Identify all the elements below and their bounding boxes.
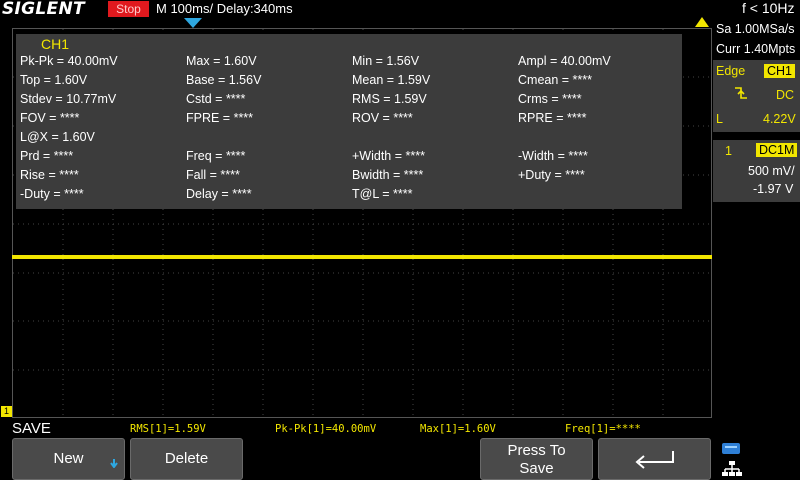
new-button-label: New xyxy=(53,450,84,467)
measurement-item: Prd = **** xyxy=(20,149,74,163)
press-to-save-button[interactable]: Press To Save xyxy=(480,438,593,480)
network-icon xyxy=(722,461,742,476)
measurement-item: Fall = **** xyxy=(186,168,240,182)
measurement-item: L@X = 1.60V xyxy=(20,130,95,144)
measurement-item: +Duty = **** xyxy=(518,168,585,182)
trigger-type: Edge xyxy=(716,64,746,78)
measurement-item: RMS = 1.59V xyxy=(352,92,427,106)
channel-coupling: DC1M xyxy=(756,143,798,157)
trigger-coupling: DC xyxy=(776,88,795,102)
measurement-readout: Pk-Pk[1]=40.00mV xyxy=(275,423,377,435)
measurement-readout: RMS[1]=1.59V xyxy=(130,423,206,435)
measurement-item: Rise = **** xyxy=(20,168,79,182)
measurement-item: Mean = 1.59V xyxy=(352,73,431,87)
measurement-readout: Freq[1]=**** xyxy=(565,423,641,435)
measurement-item: +Width = **** xyxy=(352,149,425,163)
trigger-level-marker-icon[interactable] xyxy=(695,17,709,27)
delete-button[interactable]: Delete xyxy=(130,438,243,480)
measurement-item: Cmean = **** xyxy=(518,73,592,87)
timebase-value: M 100ms/ xyxy=(156,1,214,16)
measurement-panel-title: CH1 xyxy=(41,36,70,52)
right-info-panel: Sa 1.00MSa/s Curr 1.40Mpts Edge CH1 DC L… xyxy=(713,18,800,416)
ch1-ground-marker-icon[interactable]: 1 xyxy=(1,406,12,417)
measurement-item: Pk-Pk = 40.00mV xyxy=(20,54,118,68)
trigger-level-label: L xyxy=(716,112,723,126)
memory-depth: Curr 1.40Mpts xyxy=(716,42,796,56)
measurement-item: -Width = **** xyxy=(518,149,588,163)
trigger-source: CH1 xyxy=(764,64,796,78)
measurement-item: FOV = **** xyxy=(20,111,80,125)
measurement-item: RPRE = **** xyxy=(518,111,587,125)
measurement-item: Top = 1.60V xyxy=(20,73,88,87)
delay-value: Delay:340ms xyxy=(216,1,293,16)
measurement-item: Crms = **** xyxy=(518,92,582,106)
sample-rate: Sa 1.00MSa/s xyxy=(716,22,795,36)
measurement-item: Min = 1.56V xyxy=(352,54,420,68)
storage-icon xyxy=(722,443,740,454)
timebase-readout[interactable]: M 100ms/ Delay:340ms xyxy=(156,1,293,16)
measurement-item: Max = 1.60V xyxy=(186,54,257,68)
measurement-item: Freq = **** xyxy=(186,149,246,163)
frequency-counter: f < 10Hz xyxy=(742,0,795,16)
measurement-item: Stdev = 10.77mV xyxy=(20,92,117,106)
ch1-waveform-trace xyxy=(12,255,712,259)
press-to-save-line2: Save xyxy=(519,460,554,477)
rising-edge-icon xyxy=(733,85,749,105)
measurement-item: T@L = **** xyxy=(352,187,413,201)
brand-logo: SIGLENT xyxy=(2,0,85,19)
trigger-position-marker-icon[interactable] xyxy=(184,18,202,28)
channel-scale: 500 mV/ xyxy=(748,164,795,178)
status-icons xyxy=(713,440,800,480)
channel-number: 1 xyxy=(725,144,732,158)
menu-title: SAVE xyxy=(12,420,51,437)
measurement-item: Ampl = 40.00mV xyxy=(518,54,611,68)
top-status-bar: SIGLENT Stop M 100ms/ Delay:340ms f < 10… xyxy=(0,0,800,19)
channel-info-box[interactable]: 1 DC1M 500 mV/ -1.97 V xyxy=(713,140,800,202)
run-state-badge[interactable]: Stop xyxy=(108,1,149,17)
measurement-item: Bwidth = **** xyxy=(352,168,424,182)
measurement-readout: Max[1]=1.60V xyxy=(420,423,496,435)
channel-offset: -1.97 V xyxy=(753,182,794,196)
measurement-item: FPRE = **** xyxy=(186,111,254,125)
trigger-level-value: 4.22V xyxy=(763,112,796,126)
new-button[interactable]: New xyxy=(12,438,125,480)
press-to-save-line1: Press To xyxy=(507,442,566,459)
measurement-item: -Duty = **** xyxy=(20,187,84,201)
measurement-item: ROV = **** xyxy=(352,111,413,125)
measurement-item: Base = 1.56V xyxy=(186,73,262,87)
delete-button-label: Delete xyxy=(164,450,209,467)
back-button[interactable] xyxy=(598,438,711,480)
measurement-panel: CH1 Pk-Pk = 40.00mV Max = 1.60V Min = 1.… xyxy=(16,34,682,209)
arrow-down-icon xyxy=(110,459,118,468)
measurement-item: Cstd = **** xyxy=(186,92,246,106)
return-arrow-icon xyxy=(635,451,674,469)
trigger-info-box[interactable]: Edge CH1 DC L 4.22V xyxy=(713,60,800,132)
measurement-item: Delay = **** xyxy=(186,187,252,201)
